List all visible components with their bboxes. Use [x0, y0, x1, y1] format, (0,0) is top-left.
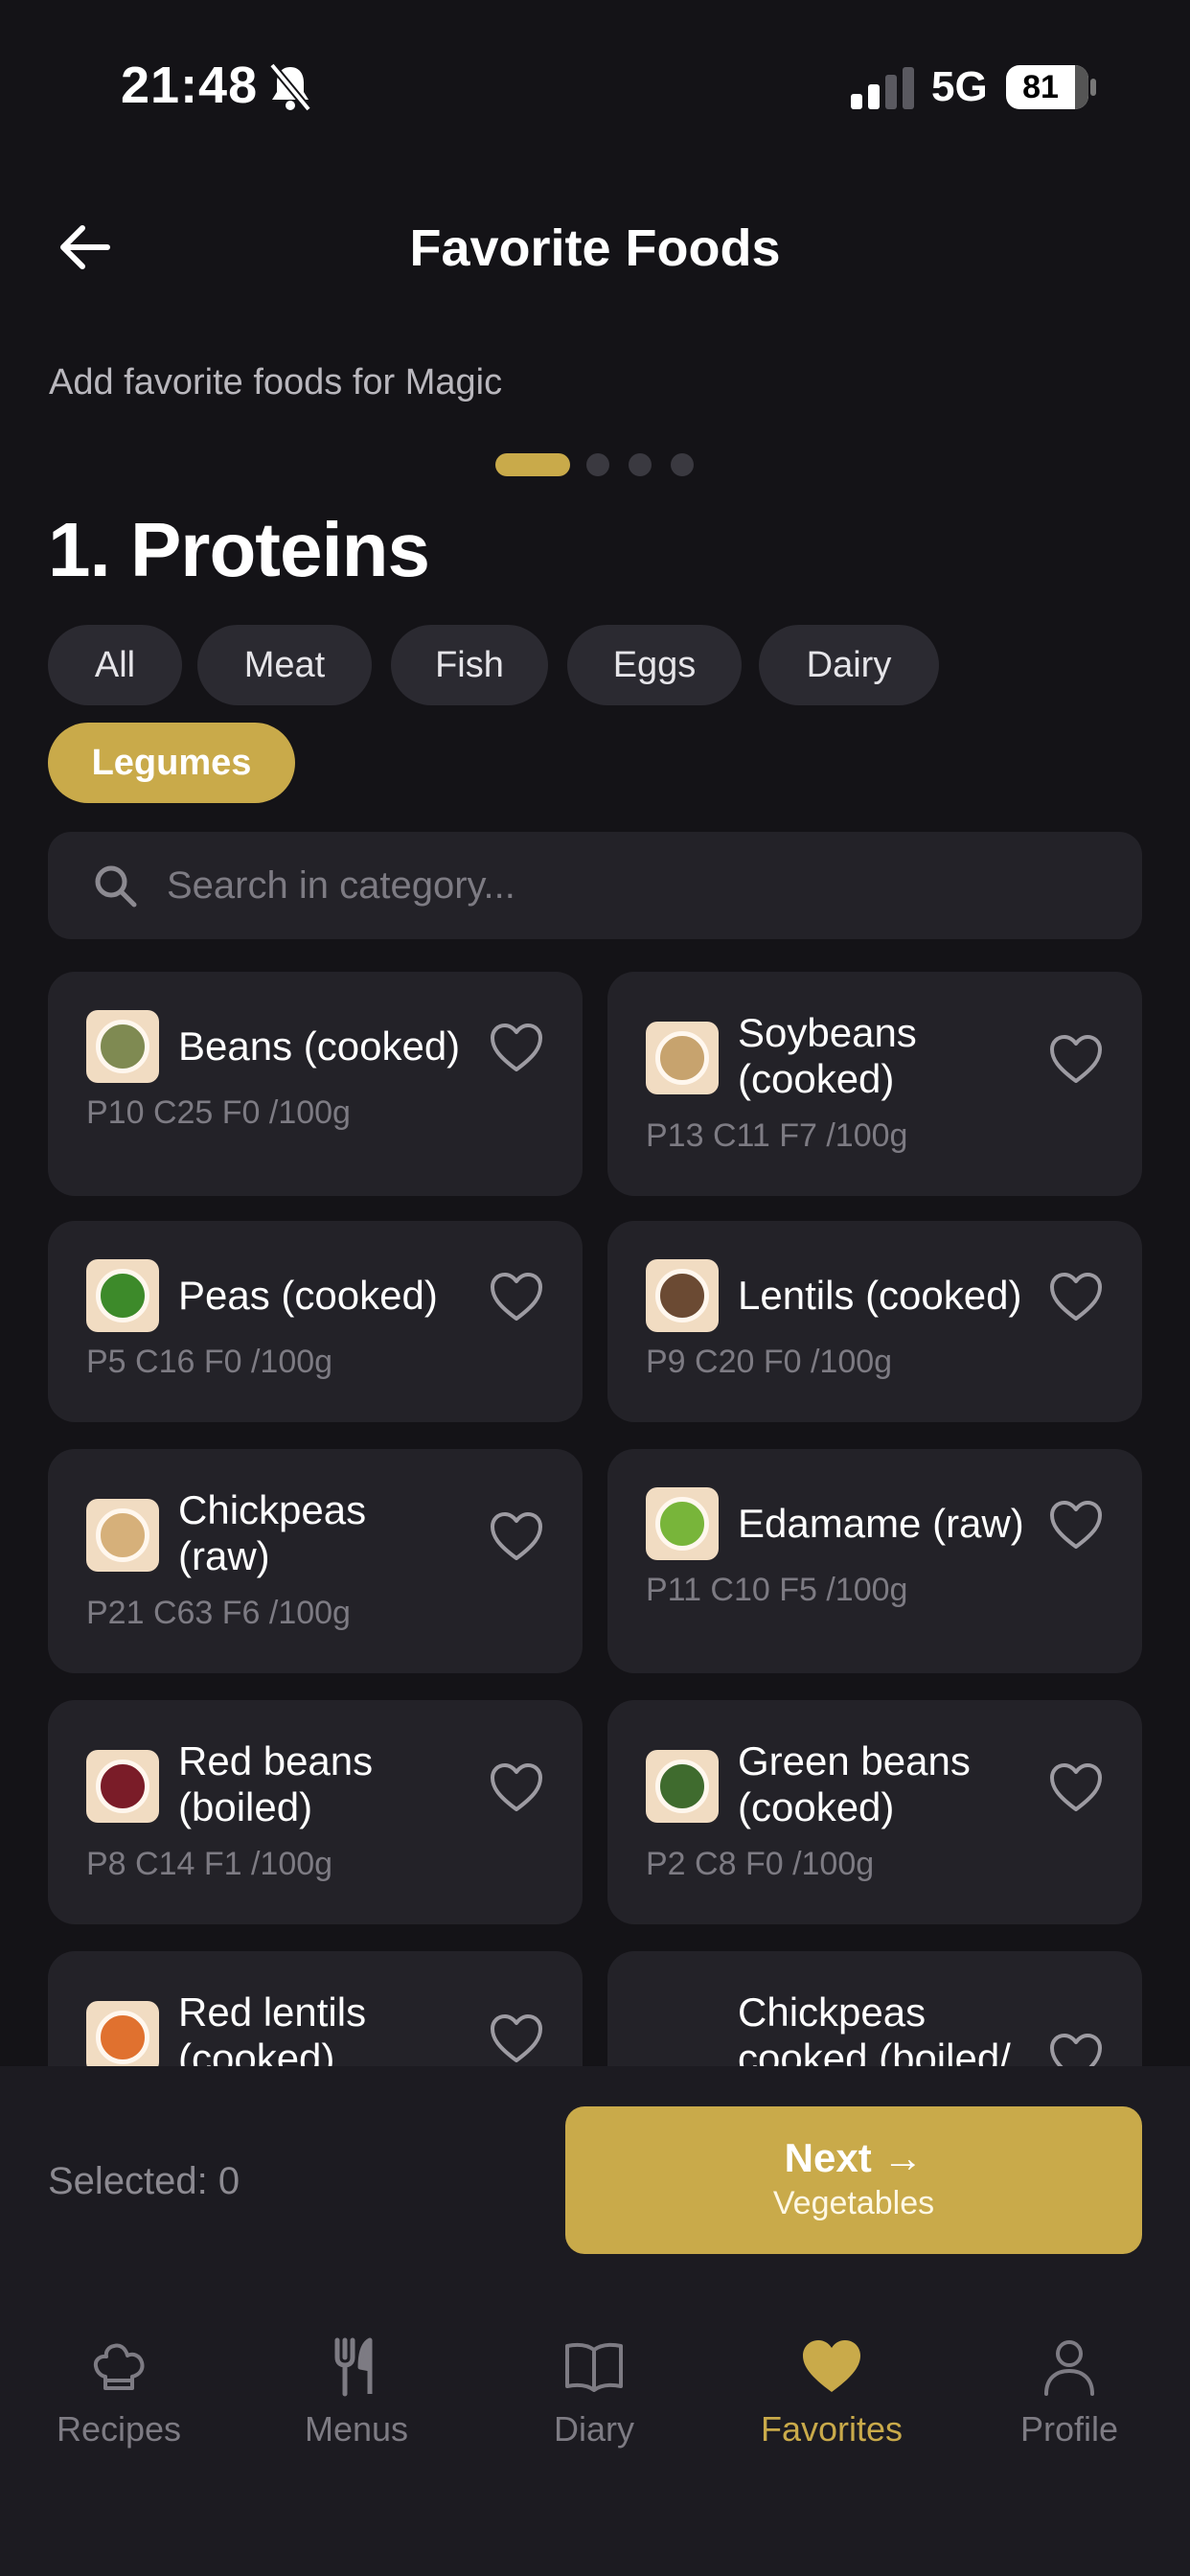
red-beans-bowl-icon: [86, 1750, 159, 1823]
heart-outline-icon[interactable]: [489, 1022, 544, 1073]
tab-menus[interactable]: Menus: [238, 2336, 475, 2471]
tab-favorites[interactable]: Favorites: [713, 2336, 950, 2471]
tab-label: Profile: [1019, 2409, 1119, 2449]
food-name: Red beans (boiled): [178, 1738, 374, 1829]
tab-label: Menus: [304, 2409, 409, 2449]
tab-recipes[interactable]: Recipes: [0, 2336, 238, 2471]
edamame-bowl-icon: [646, 1487, 719, 1560]
page-subtitle: Add favorite foods for Magic: [49, 362, 503, 402]
cellular-signal-icon: [851, 67, 914, 109]
food-card[interactable]: Peas (cooked) P5 C16 F0 /100g: [48, 1221, 583, 1422]
tab-profile[interactable]: Profile: [950, 2336, 1188, 2471]
tab-bar: Recipes Menus Diary Favorites Profile: [0, 2290, 1190, 2576]
soybeans-bowl-icon: [646, 1022, 719, 1094]
category-search: [48, 832, 1142, 939]
tab-label: Favorites: [760, 2409, 904, 2449]
status-time: 21:48: [121, 57, 259, 114]
food-name: Peas (cooked): [178, 1273, 438, 1318]
food-grid: Beans (cooked) P10 C25 F0 /100g Soybeans…: [0, 958, 1190, 2066]
chip-fish[interactable]: Fish: [391, 625, 548, 705]
book-icon: [565, 2342, 623, 2392]
food-card[interactable]: Chickpeas (raw) P21 C63 F6 /100g: [48, 1449, 583, 1673]
chip-meat[interactable]: Meat: [197, 625, 372, 705]
heart-outline-icon[interactable]: [1048, 1761, 1104, 1813]
food-card[interactable]: Green beans (cooked) P2 C8 F0 /100g: [607, 1700, 1142, 1924]
food-card[interactable]: Chickpeas cooked (boiled/: [607, 1951, 1142, 2066]
food-macros: P13 C11 F7 /100g: [646, 1117, 908, 1154]
step-dot-4: [671, 453, 694, 476]
chip-all[interactable]: All: [48, 625, 182, 705]
step-dot-3: [629, 453, 652, 476]
section-title: 1. Proteins: [48, 507, 430, 592]
next-button-label: Next →: [784, 2135, 924, 2180]
peas-bowl-icon: [86, 1259, 159, 1332]
step-indicator: [0, 450, 1190, 479]
food-name: Chickpeas (raw): [178, 1487, 367, 1578]
selected-count: Selected: 0: [48, 2160, 240, 2202]
heart-outline-icon[interactable]: [489, 2012, 544, 2064]
food-macros: P21 C63 F6 /100g: [86, 1595, 351, 1631]
food-card[interactable]: Red beans (boiled) P8 C14 F1 /100g: [48, 1700, 583, 1924]
search-icon: [95, 865, 137, 908]
green-beans-bowl-icon: [646, 1750, 719, 1823]
food-card[interactable]: Lentils (cooked) P9 C20 F0 /100g: [607, 1221, 1142, 1422]
step-dot-2: [586, 453, 609, 476]
food-name: Lentils (cooked): [738, 1273, 1022, 1318]
battery-nub: [1090, 79, 1096, 96]
red-lentils-bowl-icon: [86, 2001, 159, 2066]
chip-legumes[interactable]: Legumes: [48, 723, 295, 803]
selection-bar: Selected: 0 Next → Vegetables: [0, 2066, 1190, 2290]
tab-label: Diary: [553, 2409, 634, 2449]
food-card[interactable]: Red lentils (cooked): [48, 1951, 583, 2066]
food-card[interactable]: Soybeans (cooked) P13 C11 F7 /100g: [607, 972, 1142, 1196]
heart-outline-icon[interactable]: [1048, 2032, 1104, 2066]
tab-label: Recipes: [56, 2409, 182, 2449]
chip-dairy[interactable]: Dairy: [759, 625, 939, 705]
food-macros: P5 C16 F0 /100g: [86, 1344, 333, 1380]
tab-diary[interactable]: Diary: [475, 2336, 713, 2471]
person-icon: [1044, 2340, 1094, 2396]
battery-level: 81: [1022, 69, 1059, 105]
food-macros: P11 C10 F5 /100g: [646, 1572, 908, 1608]
food-name: Chickpeas cooked (boiled/: [738, 1990, 1011, 2066]
food-macros: P9 C20 F0 /100g: [646, 1344, 893, 1380]
heart-outline-icon[interactable]: [489, 1510, 544, 1562]
food-card[interactable]: Edamame (raw) P11 C10 F5 /100g: [607, 1449, 1142, 1673]
bell-slash-icon: [268, 62, 312, 112]
lentils-bowl-icon: [646, 1259, 719, 1332]
food-card[interactable]: Beans (cooked) P10 C25 F0 /100g: [48, 972, 583, 1196]
chickpeas-bowl-icon: [86, 1499, 159, 1572]
beans-bowl-icon: [86, 1010, 159, 1083]
status-bar: 21:48 5G 81: [0, 0, 1190, 172]
heart-icon: [803, 2340, 860, 2392]
heart-outline-icon[interactable]: [1048, 1499, 1104, 1551]
step-dot-1-active: [495, 453, 570, 476]
fork-knife-icon: [334, 2337, 373, 2397]
food-name: Edamame (raw): [738, 1501, 1024, 1546]
food-name: Green beans (cooked): [738, 1738, 971, 1829]
food-macros: P2 C8 F0 /100g: [646, 1846, 875, 1882]
food-name: Beans (cooked): [178, 1024, 461, 1069]
chip-eggs[interactable]: Eggs: [567, 625, 742, 705]
heart-outline-icon[interactable]: [489, 1271, 544, 1322]
food-macros: P10 C25 F0 /100g: [86, 1094, 351, 1131]
heart-outline-icon[interactable]: [1048, 1033, 1104, 1085]
battery-icon: 81: [1006, 65, 1088, 109]
search-input[interactable]: [167, 832, 1106, 939]
next-button[interactable]: Next → Vegetables: [565, 2106, 1142, 2254]
food-name: Soybeans (cooked): [738, 1010, 917, 1101]
next-button-sublabel: Vegetables: [772, 2185, 935, 2221]
page-title: Favorite Foods: [409, 219, 781, 277]
chef-hat-icon: [93, 2343, 145, 2390]
food-macros: P8 C14 F1 /100g: [86, 1846, 333, 1882]
food-name: Red lentils (cooked): [178, 1990, 367, 2066]
heart-outline-icon[interactable]: [489, 1761, 544, 1813]
heart-outline-icon[interactable]: [1048, 1271, 1104, 1322]
network-type: 5G: [931, 63, 988, 110]
